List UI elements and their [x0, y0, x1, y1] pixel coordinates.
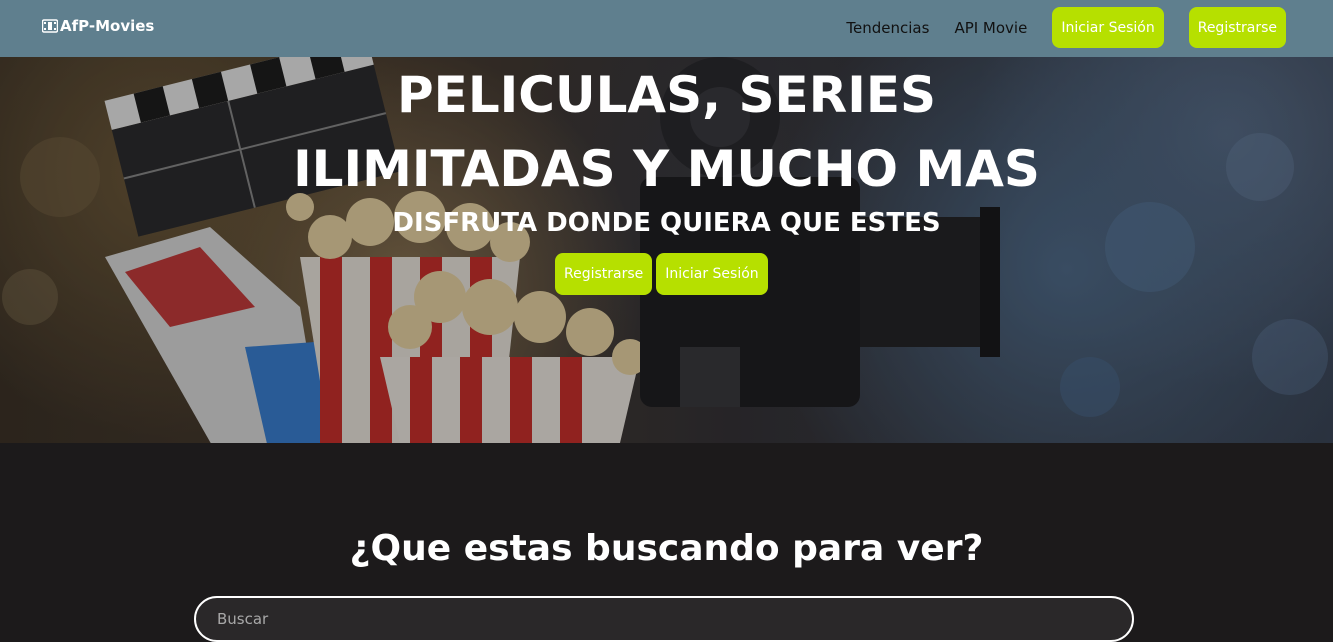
hero-title-line2: ILIMITADAS Y MUCHO MAS: [293, 140, 1040, 198]
hero-login-button[interactable]: Iniciar Sesión: [656, 253, 768, 295]
nav-link-api-movie[interactable]: API Movie: [954, 19, 1027, 37]
brand-name: AfP-Movies: [60, 17, 155, 35]
hero-banner: PELICULAS, SERIES ILIMITADAS Y MUCHO MAS…: [0, 57, 1333, 443]
hero-subtitle: DISFRUTA DONDE QUIERA QUE ESTES: [392, 208, 941, 238]
brand-link[interactable]: AfP-Movies: [42, 17, 154, 35]
navbar: AfP-Movies Tendencias API Movie Iniciar …: [0, 0, 1333, 57]
hero-register-button[interactable]: Registrarse: [555, 253, 653, 295]
nav-login-button[interactable]: Iniciar Sesión: [1052, 7, 1164, 48]
hero-title-line1: PELICULAS, SERIES: [397, 66, 936, 124]
nav-register-button[interactable]: Registrarse: [1188, 7, 1286, 48]
hero-buttons: Registrarse Iniciar Sesión: [555, 253, 768, 295]
nav-link-tendencias[interactable]: Tendencias: [846, 19, 929, 37]
search-input[interactable]: [194, 596, 1134, 642]
nav-links: Tendencias API Movie Iniciar Sesión Regi…: [846, 7, 1286, 48]
film-reel-icon: [42, 19, 58, 33]
search-heading: ¿Que estas buscando para ver?: [349, 528, 984, 569]
